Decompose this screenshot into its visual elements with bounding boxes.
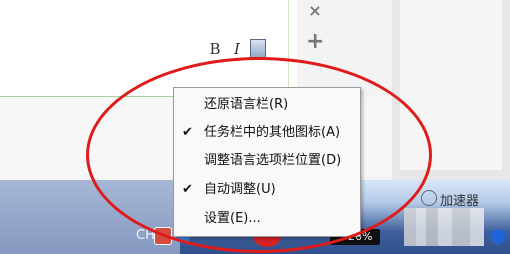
close-icon[interactable]: ×: [306, 1, 324, 20]
menu-item-restore-language-bar[interactable]: 还原语言栏(R): [174, 92, 360, 118]
menu-item-auto-adjust[interactable]: ✔ 自动调整(U): [174, 177, 360, 203]
menu-item-label: 设置(E)...: [204, 211, 261, 226]
check-icon: ✔: [182, 182, 193, 197]
add-icon[interactable]: +: [306, 31, 324, 53]
right-panel: [392, 0, 510, 180]
menu-item-label: 任务栏中的其他图标(A): [204, 125, 341, 140]
editor-border: [288, 0, 297, 96]
format-toolbar: B I: [206, 39, 266, 59]
menu-item-label: 还原语言栏(R): [204, 97, 289, 112]
check-icon: ✔: [182, 125, 193, 140]
format-icon[interactable]: [250, 39, 266, 59]
language-indicator[interactable]: CH: [136, 228, 155, 243]
menu-item-settings[interactable]: 设置(E)...: [174, 206, 360, 232]
side-controls: × +: [298, 0, 334, 96]
blurred-tray-area: [404, 208, 484, 246]
language-icon[interactable]: [154, 227, 172, 245]
italic-icon[interactable]: I: [228, 40, 246, 58]
right-panel-content: [400, 0, 502, 170]
accelerator-icon[interactable]: [421, 190, 437, 206]
bold-icon[interactable]: B: [206, 40, 224, 58]
menu-item-adjust-position[interactable]: 调整语言选项栏位置(D): [174, 148, 360, 174]
accelerator-label[interactable]: 加速器: [440, 190, 479, 209]
menu-item-label: 自动调整(U): [204, 182, 276, 197]
menu-item-label: 调整语言选项栏位置(D): [204, 153, 342, 168]
context-menu: 还原语言栏(R) ✔ 任务栏中的其他图标(A) 调整语言选项栏位置(D) ✔ 自…: [173, 87, 361, 237]
menu-item-other-icons[interactable]: ✔ 任务栏中的其他图标(A): [174, 120, 360, 146]
